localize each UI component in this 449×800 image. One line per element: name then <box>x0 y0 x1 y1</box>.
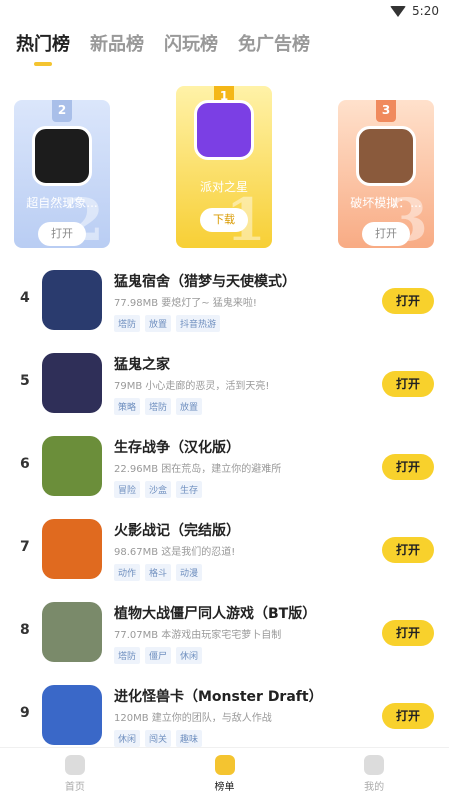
list-item[interactable]: 9 进化怪兽卡（Monster Draft） 120MB 建立你的团队，与敌人作… <box>0 673 449 756</box>
open-button[interactable]: 打开 <box>382 703 434 729</box>
tag: 格斗 <box>145 564 172 581</box>
status-time: 5:20 <box>412 4 439 18</box>
game-tags: 塔防 放置 抖音热游 <box>114 315 221 332</box>
podium-card-rank-1[interactable]: 1 1 派对之星 下载 <box>176 86 272 248</box>
game-title: 植物大战僵尸同人游戏（BT版） <box>114 606 317 622</box>
tab-ad-free[interactable]: 免广告榜 <box>238 30 310 66</box>
rank-number: 8 <box>20 622 30 638</box>
nav-label: 我的 <box>364 782 385 793</box>
game-title: 猛鬼宿舍（猎梦与天使模式） <box>114 274 296 290</box>
game-name: 破坏模拟：... <box>350 196 422 210</box>
game-tags: 动作 格斗 动漫 <box>114 564 203 581</box>
status-bar: 5:20 <box>0 0 449 24</box>
tag: 生存 <box>176 481 203 498</box>
rank-number: 4 <box>20 290 30 306</box>
list-item[interactable]: 7 火影战记（完结版） 98.67MB 这是我们的忍道! 动作 格斗 动漫 打开 <box>0 507 449 590</box>
game-icon <box>42 602 102 662</box>
nav-rankings[interactable]: 榜单 <box>150 748 300 800</box>
game-icon <box>32 126 92 186</box>
game-icon <box>42 436 102 496</box>
tag: 放置 <box>176 398 203 415</box>
game-description: 120MB 建立你的团队，与敌人作战 <box>114 713 272 724</box>
rankings-icon <box>214 755 235 775</box>
nav-label: 榜单 <box>214 782 235 793</box>
tag: 闯关 <box>145 730 172 747</box>
game-description: 98.67MB 这是我们的忍道! <box>114 547 236 558</box>
tag: 冒险 <box>114 481 141 498</box>
open-button[interactable]: 打开 <box>382 371 434 397</box>
list-item[interactable]: 5 猛鬼之家 79MB 小心走廊的恶灵，活到天亮! 策略 塔防 放置 打开 <box>0 341 449 424</box>
game-name: 超自然现象... <box>26 196 98 210</box>
game-tags: 策略 塔防 放置 <box>114 398 203 415</box>
list-item[interactable]: 4 猛鬼宿舍（猎梦与天使模式） 77.98MB 要熄灯了~ 猛鬼来啦! 塔防 放… <box>0 258 449 341</box>
open-button[interactable]: 打开 <box>382 620 434 646</box>
status-right: 5:20 <box>390 4 439 18</box>
game-icon <box>194 100 254 160</box>
tag: 塔防 <box>114 647 141 664</box>
tag: 休闲 <box>176 647 203 664</box>
tag: 抖音热游 <box>176 315 221 332</box>
open-button[interactable]: 打开 <box>382 288 434 314</box>
rank-number: 5 <box>20 373 30 389</box>
tag: 策略 <box>114 398 141 415</box>
home-icon <box>64 755 85 775</box>
tag: 动作 <box>114 564 141 581</box>
tab-new[interactable]: 新品榜 <box>90 30 144 66</box>
rank-number: 9 <box>20 705 30 721</box>
ranking-list: 4 猛鬼宿舍（猎梦与天使模式） 77.98MB 要熄灯了~ 猛鬼来啦! 塔防 放… <box>0 258 449 756</box>
game-description: 77.98MB 要熄灯了~ 猛鬼来啦! <box>114 298 257 309</box>
game-tags: 塔防 僵尸 休闲 <box>114 647 203 664</box>
game-description: 22.96MB 困在荒岛，建立你的避难所 <box>114 464 282 475</box>
nav-label: 首页 <box>64 782 85 793</box>
game-tags: 冒险 沙盒 生存 <box>114 481 203 498</box>
tab-flash-play[interactable]: 闪玩榜 <box>164 30 218 66</box>
tag: 塔防 <box>114 315 141 332</box>
list-item[interactable]: 6 生存战争（汉化版） 22.96MB 困在荒岛，建立你的避难所 冒险 沙盒 生… <box>0 424 449 507</box>
ranking-tabs: 热门榜 新品榜 闪玩榜 免广告榜 <box>16 30 310 66</box>
tag: 动漫 <box>176 564 203 581</box>
tag: 僵尸 <box>145 647 172 664</box>
wifi-icon <box>390 5 407 17</box>
game-title: 进化怪兽卡（Monster Draft） <box>114 689 323 705</box>
rank-badge: 2 <box>52 100 72 122</box>
open-button[interactable]: 打开 <box>382 537 434 563</box>
tag: 沙盒 <box>145 481 172 498</box>
rank-number: 7 <box>20 539 30 555</box>
nav-profile[interactable]: 我的 <box>299 748 449 800</box>
tag: 放置 <box>145 315 172 332</box>
open-button[interactable]: 打开 <box>38 222 86 246</box>
game-icon <box>42 270 102 330</box>
rank-number: 6 <box>20 456 30 472</box>
game-name: 派对之星 <box>199 180 248 194</box>
game-icon <box>42 685 102 745</box>
podium-card-rank-3[interactable]: 3 3 破坏模拟：... 打开 <box>338 100 434 248</box>
game-tags: 休闲 闯关 趣味 <box>114 730 203 747</box>
list-item[interactable]: 8 植物大战僵尸同人游戏（BT版） 77.07MB 本游戏由玩家宅宅萝卜自制 塔… <box>0 590 449 673</box>
game-icon <box>42 353 102 413</box>
nav-home[interactable]: 首页 <box>0 748 150 800</box>
game-title: 生存战争（汉化版） <box>114 440 240 456</box>
game-title: 猛鬼之家 <box>114 357 170 373</box>
tab-hot[interactable]: 热门榜 <box>16 30 70 66</box>
open-button[interactable]: 打开 <box>382 454 434 480</box>
game-description: 77.07MB 本游戏由玩家宅宅萝卜自制 <box>114 630 282 641</box>
game-description: 79MB 小心走廊的恶灵，活到天亮! <box>114 381 270 392</box>
profile-icon <box>364 755 385 775</box>
open-button[interactable]: 打开 <box>362 222 410 246</box>
rank-badge: 3 <box>376 100 396 122</box>
game-icon <box>356 126 416 186</box>
tag: 休闲 <box>114 730 141 747</box>
podium-card-rank-2[interactable]: 2 2 超自然现象... 打开 <box>14 100 110 248</box>
game-icon <box>42 519 102 579</box>
tag: 趣味 <box>176 730 203 747</box>
game-title: 火影战记（完结版） <box>114 523 240 539</box>
download-button[interactable]: 下载 <box>200 208 248 232</box>
bottom-nav: 首页 榜单 我的 <box>0 747 449 800</box>
top-three-podium: 2 2 超自然现象... 打开 1 1 派对之星 下载 3 3 破坏模拟：...… <box>0 86 449 251</box>
tag: 塔防 <box>145 398 172 415</box>
